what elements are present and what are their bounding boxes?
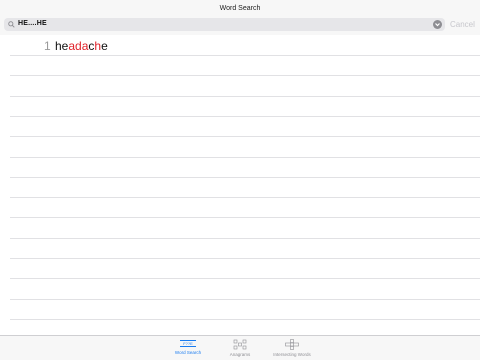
search-input[interactable]: HE....HE xyxy=(4,18,445,31)
row-separator xyxy=(10,298,480,300)
tab-label: Anagrams xyxy=(229,352,251,357)
anagrams-icon xyxy=(233,339,247,350)
row-separator xyxy=(10,318,480,320)
row-separator xyxy=(10,75,480,77)
word-search-icon: F??E xyxy=(180,340,196,347)
result-word: headache xyxy=(55,39,108,53)
row-separator xyxy=(10,278,480,280)
row-separator xyxy=(10,176,480,178)
tab-intersecting-words[interactable]: Intersecting Words xyxy=(262,339,322,357)
tab-label: Intersecting Words xyxy=(273,352,311,357)
tab-anagrams[interactable]: Anagrams xyxy=(210,339,270,357)
tab-label: Word Search xyxy=(174,350,202,355)
cancel-button[interactable]: Cancel xyxy=(450,20,475,29)
row-separator xyxy=(10,115,480,117)
row-separator xyxy=(10,55,480,56)
result-row[interactable]: 1 headache xyxy=(0,35,480,55)
row-separator xyxy=(10,237,480,239)
tab-bar: F??E Word Search Anagrams Intersecting W… xyxy=(0,335,480,360)
chevron-down-icon xyxy=(435,23,440,27)
result-index: 1 xyxy=(44,39,51,53)
intersecting-words-icon xyxy=(285,339,299,350)
row-separator xyxy=(10,136,480,138)
row-separator xyxy=(10,197,480,199)
word-part-highlight: ada xyxy=(68,39,89,53)
row-separator xyxy=(10,95,480,97)
row-separator xyxy=(10,217,480,219)
search-icon xyxy=(8,21,15,28)
search-query[interactable]: HE....HE xyxy=(18,20,47,27)
row-separator xyxy=(10,156,480,158)
navigation-bar: Word Search HE....HE Cancel xyxy=(0,0,480,35)
tab-word-search[interactable]: F??E Word Search xyxy=(158,339,218,355)
word-part: e xyxy=(101,39,108,53)
svg-text:F??E: F??E xyxy=(183,341,193,346)
word-part: he xyxy=(55,39,69,53)
page-title: Word Search xyxy=(219,5,261,12)
search-options-button[interactable] xyxy=(433,20,442,29)
row-separator xyxy=(10,258,480,259)
